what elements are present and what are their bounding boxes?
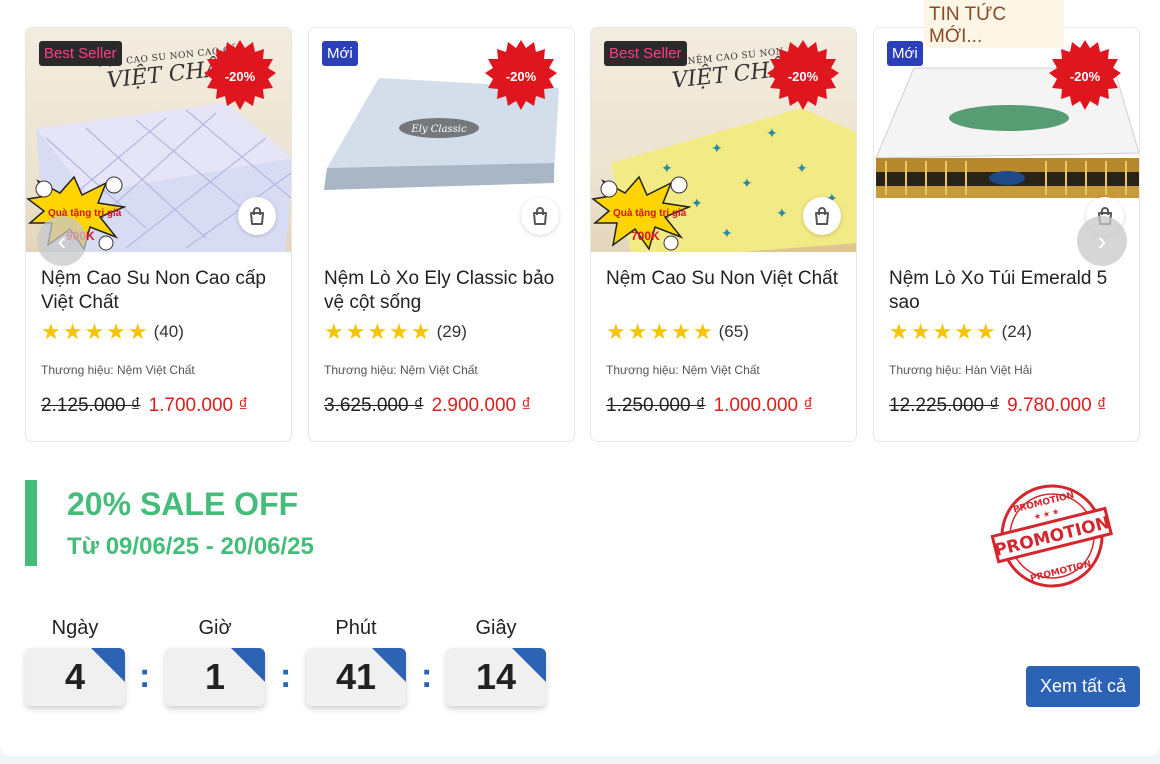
promotion-stamp-icon: PROMOTION PROMOTION PROMOTION ★ ★ ★ — [990, 484, 1113, 588]
discount-badge: -20% — [767, 40, 839, 112]
chevron-right-icon: › — [1097, 225, 1107, 256]
old-price: 3.625.000 ₫ — [324, 395, 424, 416]
countdown-label-seconds: Giây — [475, 617, 517, 639]
countdown-label-days: Ngày — [51, 617, 99, 639]
star-icons: ★★★★★ — [324, 319, 433, 344]
product-image[interactable]: Ely Classic Mới -20% — [309, 28, 574, 252]
add-to-cart-button[interactable] — [238, 197, 276, 235]
review-count: (40) — [153, 322, 184, 341]
review-count: (65) — [718, 322, 749, 341]
svg-text:✦: ✦ — [741, 176, 753, 192]
best-seller-badge: Best Seller — [604, 41, 687, 66]
gift-badge: Quà tặng trị giá 700K — [591, 171, 691, 251]
best-seller-badge: Best Seller — [39, 41, 122, 66]
sale-price: 1.000.000 ₫ — [713, 395, 814, 416]
product-rating: ★★★★★ (29) — [324, 319, 467, 344]
product-image[interactable]: NỆM CAO SU NON VIỆT CHẤT ✦✦✦ ✦✦✦ ✦✦✦ Bes… — [591, 28, 856, 252]
product-card[interactable]: Ely Classic Mới -20% Nệm Lò Xo Ely Class… — [308, 27, 575, 442]
product-prices: 1.250.000 ₫ 1.000.000 ₫ — [606, 395, 813, 417]
product-rating: ★★★★★ (40) — [41, 319, 184, 344]
product-name[interactable]: Nệm Lò Xo Ely Classic bảo vệ cột sống — [324, 267, 564, 315]
product-brand: Thương hiệu: Hàn Việt Hải — [889, 363, 1033, 377]
countdown-minutes: 41 — [306, 648, 406, 706]
product-brand: Thương hiệu: Nệm Việt Chất — [41, 363, 195, 377]
new-badge: Mới — [887, 41, 923, 66]
product-prices: 12.225.000 ₫ 9.780.000 ₫ — [889, 395, 1107, 417]
svg-text:✦: ✦ — [766, 126, 778, 142]
svg-text:✦: ✦ — [711, 141, 723, 157]
countdown-seconds: 14 — [446, 648, 546, 706]
discount-badge: -20% — [485, 40, 557, 112]
countdown-label-minutes: Phút — [335, 617, 377, 639]
sale-price: 1.700.000 ₫ — [148, 395, 249, 416]
discount-badge: -20% — [204, 40, 276, 112]
old-price: 2.125.000 ₫ — [41, 395, 141, 416]
shopping-bag-icon — [250, 207, 264, 225]
product-brand: Thương hiệu: Nệm Việt Chất — [324, 363, 478, 377]
product-brand: Thương hiệu: Nệm Việt Chất — [606, 363, 760, 377]
old-price: 1.250.000 ₫ — [606, 395, 706, 416]
star-icons: ★★★★★ — [606, 319, 715, 344]
countdown-separator: : — [139, 657, 151, 695]
countdown-days: 4 — [25, 648, 125, 706]
svg-text:✦: ✦ — [796, 161, 808, 177]
product-rating: ★★★★★ (24) — [889, 319, 1032, 344]
chevron-left-icon: ‹ — [57, 225, 67, 256]
countdown-separator: : — [280, 657, 292, 695]
promo-dates: Từ 09/06/25 - 20/06/25 — [67, 533, 314, 560]
countdown-hours: 1 — [165, 648, 265, 706]
old-price: 12.225.000 ₫ — [889, 395, 1000, 416]
countdown-label-hours: Giờ — [198, 617, 232, 639]
review-count: (24) — [1001, 322, 1032, 341]
add-to-cart-button[interactable] — [521, 197, 559, 235]
svg-text:✦: ✦ — [721, 226, 733, 242]
star-icons: ★★★★★ — [41, 319, 150, 344]
promo-title: 20% SALE OFF — [67, 486, 299, 522]
svg-text:Ely Classic: Ely Classic — [410, 124, 467, 135]
product-rating: ★★★★★ (65) — [606, 319, 749, 344]
discount-badge: -20% — [1049, 40, 1121, 112]
sale-price: 9.780.000 ₫ — [1007, 395, 1107, 416]
star-icons: ★★★★★ — [889, 319, 998, 344]
product-name[interactable]: Nệm Lò Xo Túi Emerald 5 sao — [889, 267, 1129, 315]
product-prices: 2.125.000 ₫ 1.700.000 ₫ — [41, 395, 248, 417]
svg-text:✦: ✦ — [691, 196, 703, 212]
add-to-cart-button[interactable] — [803, 197, 841, 235]
news-tab[interactable]: TIN TỨC MỚI... — [924, 0, 1064, 48]
see-all-button[interactable]: Xem tất cả — [1026, 666, 1140, 707]
new-badge: Mới — [322, 41, 358, 66]
product-name[interactable]: Nệm Cao Su Non Cao cấp Việt Chất — [41, 267, 281, 315]
promo-accent-bar — [25, 480, 37, 566]
review-count: (29) — [436, 322, 467, 341]
countdown-separator: : — [421, 657, 433, 695]
carousel-prev-button[interactable]: ‹ — [37, 216, 87, 266]
shopping-bag-icon — [533, 207, 547, 225]
svg-text:PROMOTION: PROMOTION — [1029, 559, 1092, 584]
shopping-bag-icon — [815, 207, 829, 225]
product-card[interactable]: NỆM CAO SU NON VIỆT CHẤT ✦✦✦ ✦✦✦ ✦✦✦ Bes… — [590, 27, 857, 442]
product-prices: 3.625.000 ₫ 2.900.000 ₫ — [324, 395, 531, 417]
product-name[interactable]: Nệm Cao Su Non Việt Chất — [606, 267, 846, 291]
carousel-next-button[interactable]: › — [1077, 216, 1127, 266]
svg-text:✦: ✦ — [776, 206, 788, 222]
sale-price: 2.900.000 ₫ — [431, 395, 532, 416]
